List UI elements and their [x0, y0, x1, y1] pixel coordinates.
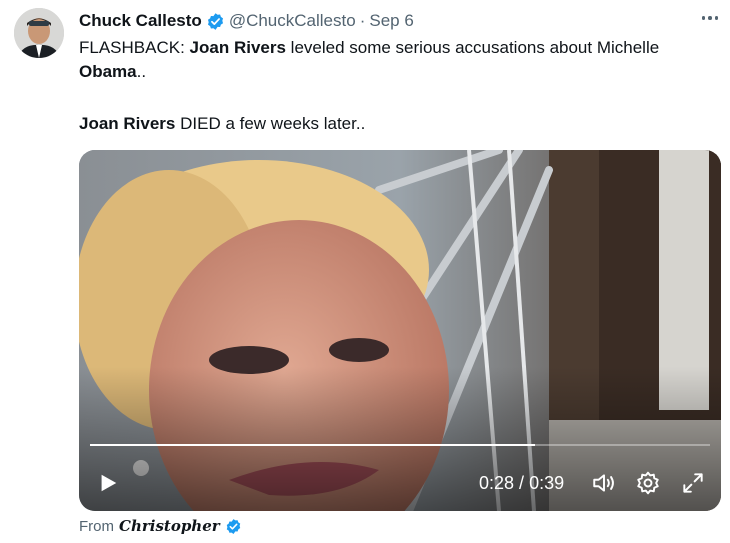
tweet-date[interactable]: Sep 6 — [369, 11, 413, 31]
volume-icon[interactable] — [591, 470, 617, 496]
header-separator: · — [359, 11, 366, 30]
settings-gear-icon[interactable] — [635, 470, 661, 496]
progress-bar[interactable] — [90, 444, 710, 446]
video-controls: 0:28 / 0:39 — [79, 450, 721, 511]
verified-badge-icon — [226, 518, 240, 534]
progress-bar-fill — [90, 444, 536, 446]
mention-obama: Obama — [79, 62, 137, 81]
current-time: 0:28 — [479, 473, 515, 493]
mention-joan-rivers: Joan Rivers — [189, 38, 286, 57]
tweet-text-line-2: Joan Rivers DIED a few weeks later.. — [79, 114, 366, 133]
author-avatar[interactable] — [14, 8, 64, 58]
attribution-label: From — [79, 517, 114, 535]
verified-badge-icon — [207, 12, 223, 30]
video-time: 0:28 / 0:39 — [479, 473, 565, 493]
tweet-text: FLASHBACK: Joan Rivers leveled some seri… — [79, 38, 660, 81]
more-options-icon[interactable] — [700, 8, 720, 28]
attribution: From Christopher — [79, 516, 242, 536]
attribution-name[interactable]: Christopher — [119, 517, 220, 535]
tweet-header: Chuck Callesto @ChuckCallesto · Sep 6 — [79, 10, 414, 32]
play-icon[interactable] — [97, 472, 119, 494]
mention-joan-rivers-2: Joan Rivers — [79, 114, 176, 133]
fullscreen-icon[interactable] — [680, 470, 706, 496]
video-player[interactable]: 0:28 / 0:39 — [79, 150, 721, 511]
author-name[interactable]: Chuck Callesto — [79, 11, 202, 31]
duration: 0:39 — [529, 473, 565, 493]
author-handle[interactable]: @ChuckCallesto — [229, 11, 356, 31]
